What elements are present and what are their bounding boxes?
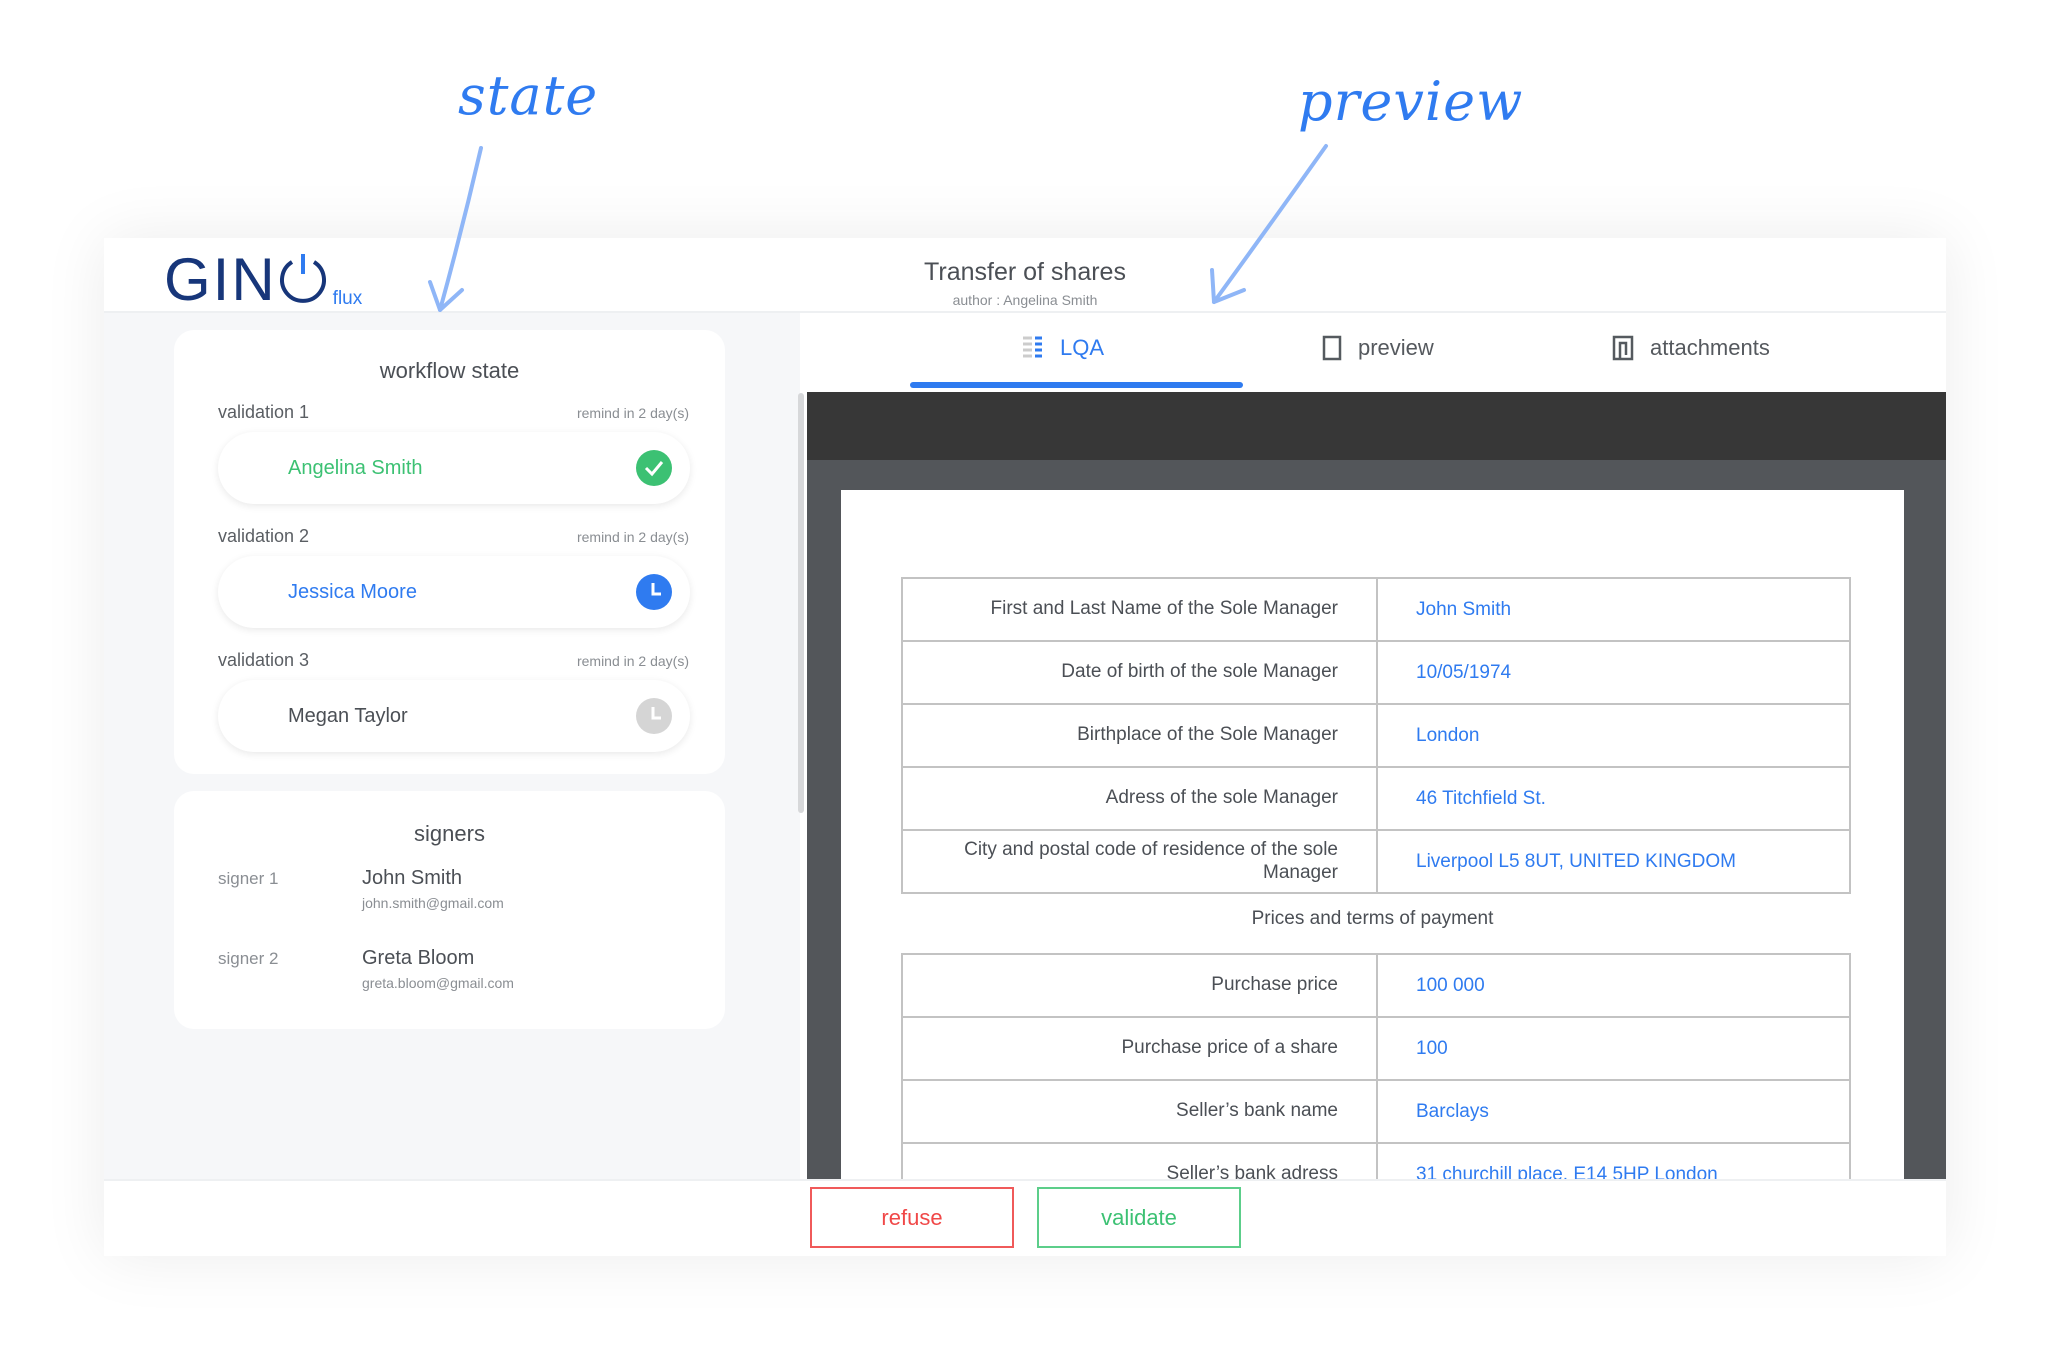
refuse-button[interactable]: refuse xyxy=(810,1187,1014,1248)
header: GIN flux Transfer of shares author : Ang… xyxy=(104,238,1946,313)
document-page: First and Last Name of the Sole Manager J… xyxy=(841,490,1904,1179)
field-value: 46 Titchfield St. xyxy=(1376,766,1851,831)
validate-button[interactable]: validate xyxy=(1037,1187,1241,1248)
field-value: John Smith xyxy=(1376,577,1851,642)
signer-label: signer 2 xyxy=(218,949,279,968)
table-row: Birthplace of the Sole Manager London xyxy=(901,703,1851,768)
attachment-icon xyxy=(1612,335,1650,361)
remind-text: remind in 2 day(s) xyxy=(576,529,689,545)
tab-preview[interactable]: preview xyxy=(1322,335,1434,361)
signer-label: signer 1 xyxy=(218,869,279,888)
signer-email: greta.bloom@gmail.com xyxy=(362,975,514,991)
workflow-state-card: workflow state validation 1 remind in 2 … xyxy=(174,330,725,774)
field-value: 100 xyxy=(1376,1016,1851,1081)
clock-icon xyxy=(636,574,672,610)
validation-label: validation 1 xyxy=(218,402,310,422)
payment-table: Purchase price 100 000 Purchase price of a… xyxy=(901,953,1851,1179)
signers-card: signers signer 1 John Smith john.smith@g… xyxy=(174,791,725,1029)
tab-LQA[interactable]: LQA xyxy=(1022,335,1104,361)
document-author: author : Angelina Smith xyxy=(952,292,1098,308)
table-row: Seller’s bank adress 31 churchill place, … xyxy=(901,1142,1851,1179)
table-row: Purchase price 100 000 xyxy=(901,953,1851,1018)
field-value: 100 000 xyxy=(1376,953,1851,1018)
table-row: Purchase price of a share 100 xyxy=(901,1016,1851,1081)
validator-name: Angelina Smith xyxy=(288,456,423,479)
app-window: GIN flux Transfer of shares author : Ang… xyxy=(104,238,1946,1256)
workflow-title: workflow state xyxy=(379,358,520,383)
field-value: Liverpool L5 8UT, UNITED KINGDOM xyxy=(1376,829,1851,894)
tab-label: attachments xyxy=(1650,335,1770,360)
table-row: Date of birth of the sole Manager 10/05/1… xyxy=(901,640,1851,705)
clock-icon xyxy=(636,698,672,734)
signer-name: John Smith xyxy=(362,867,463,889)
validator-name: Megan Taylor xyxy=(288,704,408,727)
page-icon xyxy=(1322,335,1358,361)
document-viewer[interactable]: First and Last Name of the Sole Manager J… xyxy=(807,460,1946,1179)
tab-label: LQA xyxy=(1060,335,1105,360)
validator-name: Jessica Moore xyxy=(288,580,417,603)
field-label: Seller’s bank name xyxy=(901,1079,1378,1144)
field-value: Barclays xyxy=(1376,1079,1851,1144)
validation-label: validation 3 xyxy=(218,650,310,670)
validator-item[interactable]: Megan Taylor xyxy=(218,680,690,752)
footer: refuse validate xyxy=(104,1179,1946,1256)
table-row: City and postal code of residence of the… xyxy=(901,829,1851,894)
field-label: Seller’s bank adress xyxy=(901,1142,1378,1179)
preview-panel: LQA preview attachments First and Last N… xyxy=(807,313,1946,1179)
left-scrollbar[interactable] xyxy=(798,393,804,813)
table-row: Adress of the sole Manager 46 Titchfield … xyxy=(901,766,1851,831)
field-label: Purchase price xyxy=(901,953,1378,1018)
manager-table: First and Last Name of the Sole Manager J… xyxy=(901,577,1851,894)
table-row: First and Last Name of the Sole Manager J… xyxy=(901,577,1851,642)
field-label: Adress of the sole Manager xyxy=(901,766,1378,831)
field-label: Birthplace of the Sole Manager xyxy=(901,703,1378,768)
field-value: 10/05/1974 xyxy=(1376,640,1851,705)
remind-text: remind in 2 day(s) xyxy=(576,653,689,669)
field-label: Purchase price of a share xyxy=(901,1016,1378,1081)
list-icon xyxy=(1022,335,1060,361)
tab-label: preview xyxy=(1358,335,1434,360)
validator-item[interactable]: Jessica Moore xyxy=(218,556,690,628)
field-label: First and Last Name of the Sole Manager xyxy=(901,577,1378,642)
field-value: 31 churchill place, E14 5HP London xyxy=(1376,1142,1851,1179)
validation-label: validation 2 xyxy=(218,526,310,546)
section-title: Prices and terms of payment xyxy=(1251,908,1494,929)
signer-name: Greta Bloom xyxy=(362,947,475,969)
table-row: Seller’s bank name Barclays xyxy=(901,1079,1851,1144)
annotation-preview: preview xyxy=(1298,70,1524,133)
signers-title: signers xyxy=(414,821,485,846)
field-value: London xyxy=(1376,703,1851,768)
tab-attachments[interactable]: attachments xyxy=(1612,335,1770,361)
state-panel: workflow state validation 1 remind in 2 … xyxy=(104,313,804,1179)
signer-email: john.smith@gmail.com xyxy=(362,895,504,911)
viewer-toolbar xyxy=(807,392,1946,460)
annotation-state: state xyxy=(458,64,599,127)
active-tab-indicator xyxy=(910,382,1243,388)
remind-text: remind in 2 day(s) xyxy=(576,405,689,421)
field-label: Date of birth of the sole Manager xyxy=(901,640,1378,705)
validator-item[interactable]: Angelina Smith xyxy=(218,432,690,504)
check-circle-icon xyxy=(636,450,672,486)
field-label: City and postal code of residence of the… xyxy=(901,829,1378,894)
document-title: Transfer of shares xyxy=(924,258,1126,286)
